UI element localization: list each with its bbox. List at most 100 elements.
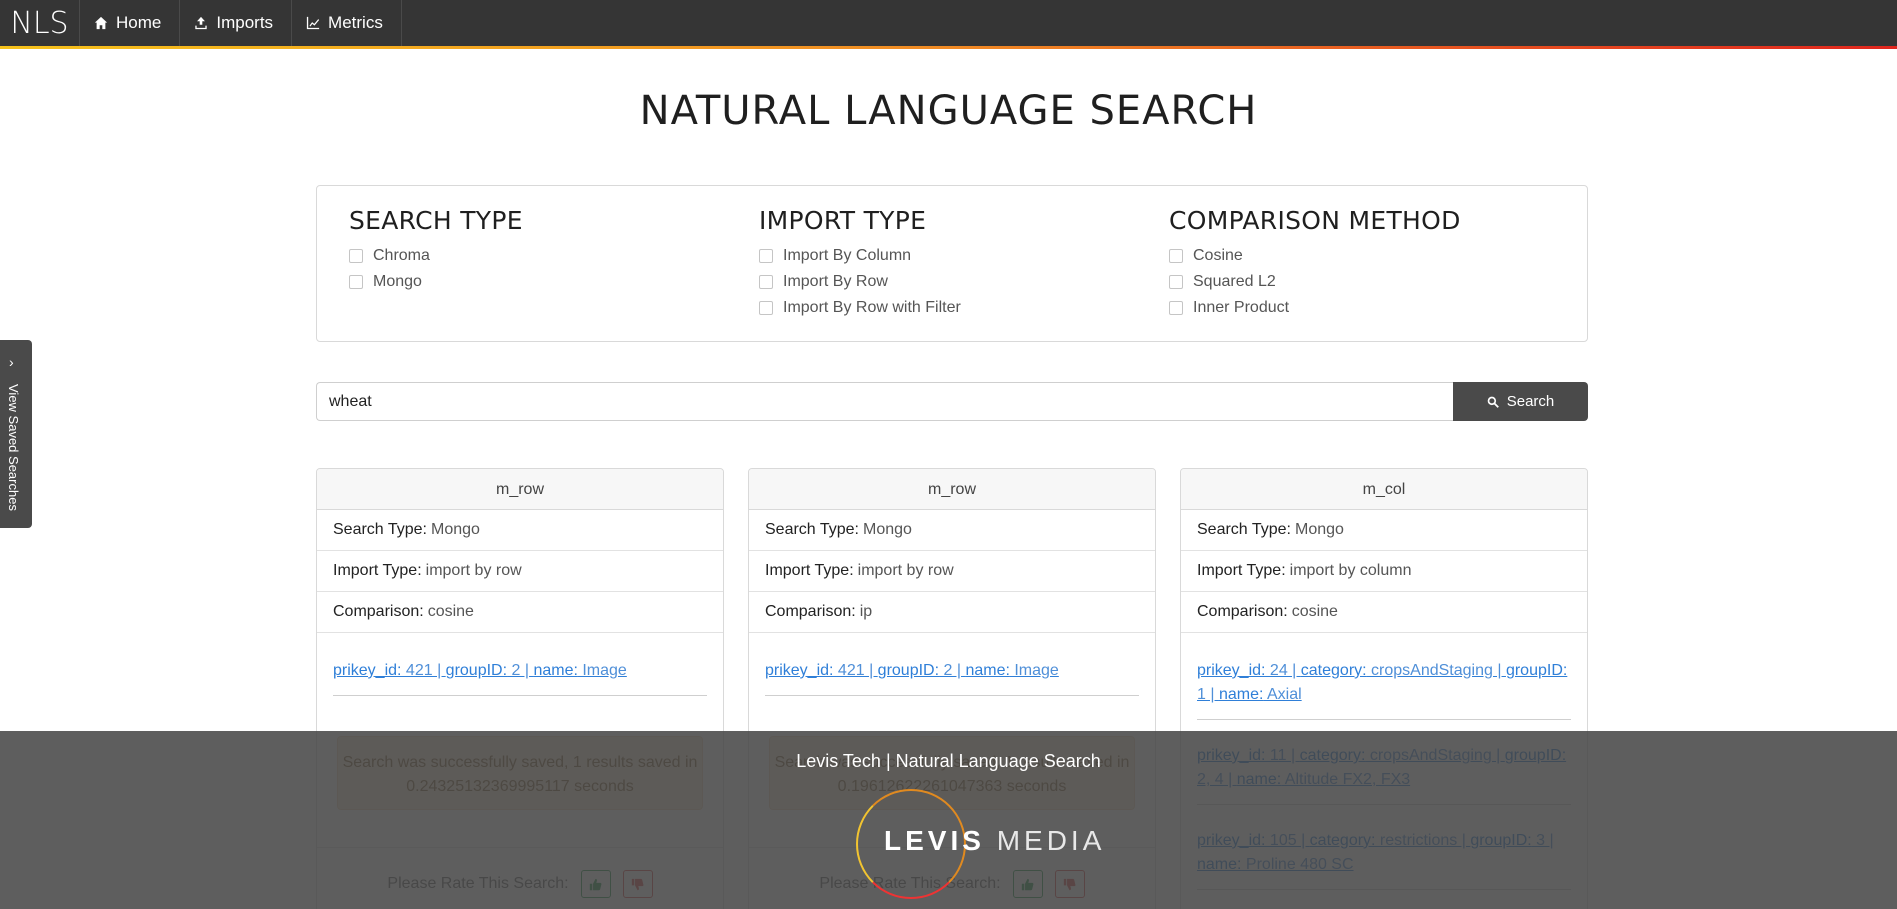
search-icon bbox=[1487, 396, 1499, 408]
nav-imports-label: Imports bbox=[216, 13, 274, 32]
option-label: Cosine bbox=[1193, 247, 1243, 264]
result-link[interactable]: prikey_id: 421 | groupID: 2 | name: Imag… bbox=[765, 643, 1139, 696]
result-value: Image bbox=[1009, 662, 1059, 679]
search-options-panel: SEARCH TYPE Chroma Mongo IMPORT TYPE Imp… bbox=[316, 185, 1588, 342]
comparison-method-heading: COMPARISON METHOD bbox=[1169, 206, 1461, 235]
result-value: 421 | bbox=[401, 662, 446, 679]
search-input[interactable] bbox=[316, 382, 1453, 421]
result-value: 421 | bbox=[833, 662, 878, 679]
brand-logo[interactable]: NLS bbox=[0, 0, 80, 46]
import-type-row: Import Type: import by row bbox=[749, 551, 1155, 592]
row-value: import by row bbox=[425, 562, 522, 579]
option-squared-l2[interactable]: Squared L2 bbox=[1169, 269, 1461, 295]
checkbox[interactable] bbox=[759, 301, 773, 315]
row-value: Mongo bbox=[430, 521, 480, 538]
checkbox[interactable] bbox=[349, 249, 363, 263]
checkbox[interactable] bbox=[1169, 249, 1183, 263]
upload-icon bbox=[195, 16, 208, 30]
result-key: name: bbox=[965, 662, 1010, 679]
option-chroma[interactable]: Chroma bbox=[349, 243, 523, 269]
option-label: Mongo bbox=[373, 273, 422, 290]
result-value: 24 | bbox=[1265, 662, 1301, 679]
checkbox[interactable] bbox=[349, 275, 363, 289]
checkbox[interactable] bbox=[1169, 275, 1183, 289]
option-import-by-column[interactable]: Import By Column bbox=[759, 243, 961, 269]
result-list: prikey_id: 421 | groupID: 2 | name: Imag… bbox=[749, 633, 1155, 696]
overlay-caption: Levis Tech | Natural Language Search bbox=[796, 751, 1101, 771]
import-type-heading: IMPORT TYPE bbox=[759, 206, 927, 235]
logo-bold-text: LEVIS bbox=[884, 825, 985, 856]
saved-searches-tab[interactable]: › View Saved Searches bbox=[0, 340, 32, 528]
comparison-row: Comparison: cosine bbox=[317, 592, 723, 633]
row-value: Mongo bbox=[1294, 521, 1344, 538]
page-title: NATURAL LANGUAGE SEARCH bbox=[639, 88, 1258, 134]
option-import-by-row-filter[interactable]: Import By Row with Filter bbox=[759, 295, 961, 321]
result-value: 2 | bbox=[939, 662, 966, 679]
result-key: name: bbox=[1218, 686, 1264, 703]
import-type-row: Import Type: import by row bbox=[317, 551, 723, 592]
chevron-right-icon: › bbox=[9, 354, 14, 370]
search-type-row: Search Type: Mongo bbox=[317, 510, 723, 551]
search-button-label: Search bbox=[1506, 393, 1555, 410]
result-value: Axial bbox=[1263, 686, 1302, 703]
result-key: groupID: bbox=[877, 662, 940, 679]
nav-home-label: Home bbox=[116, 13, 162, 32]
option-label: Import By Column bbox=[783, 247, 912, 264]
nav-metrics-label: Metrics bbox=[328, 13, 383, 32]
checkbox[interactable] bbox=[759, 249, 773, 263]
row-value: import by column bbox=[1289, 562, 1412, 579]
card-title: m_row bbox=[317, 469, 723, 510]
checkbox[interactable] bbox=[759, 275, 773, 289]
nav-metrics[interactable]: Metrics bbox=[292, 0, 402, 46]
search-type-row: Search Type: Mongo bbox=[749, 510, 1155, 551]
search-type-group: SEARCH TYPE Chroma Mongo bbox=[349, 206, 523, 295]
home-icon bbox=[94, 16, 108, 30]
option-import-by-row[interactable]: Import By Row bbox=[759, 269, 961, 295]
saved-searches-label: View Saved Searches bbox=[6, 384, 21, 511]
row-label: Comparison: bbox=[333, 603, 424, 620]
nav-home[interactable]: Home bbox=[80, 0, 181, 46]
search-bar: Search bbox=[316, 382, 1588, 421]
result-value: cropsAndStaging | bbox=[1366, 662, 1506, 679]
card-title: m_row bbox=[749, 469, 1155, 510]
import-type-row: Import Type: import by column bbox=[1181, 551, 1587, 592]
result-key: prikey_id: bbox=[333, 662, 402, 679]
result-link[interactable]: prikey_id: 24 | category: cropsAndStagin… bbox=[1197, 643, 1571, 720]
option-inner-product[interactable]: Inner Product bbox=[1169, 295, 1461, 321]
result-link[interactable]: prikey_id: 421 | groupID: 2 | name: Imag… bbox=[333, 643, 707, 696]
logo-light-text: MEDIA bbox=[996, 825, 1106, 856]
option-label: Import By Row with Filter bbox=[783, 299, 961, 316]
result-key: prikey_id: bbox=[765, 662, 834, 679]
row-label: Search Type: bbox=[1197, 521, 1291, 538]
row-value: cosine bbox=[1291, 603, 1338, 620]
result-value: 2 | bbox=[507, 662, 534, 679]
row-label: Search Type: bbox=[765, 521, 859, 538]
row-label: Import Type: bbox=[333, 562, 422, 579]
comparison-row: Comparison: ip bbox=[749, 592, 1155, 633]
checkbox[interactable] bbox=[1169, 301, 1183, 315]
option-label: Squared L2 bbox=[1193, 273, 1276, 290]
option-label: Inner Product bbox=[1193, 299, 1290, 316]
result-list: prikey_id: 421 | groupID: 2 | name: Imag… bbox=[317, 633, 723, 696]
option-mongo[interactable]: Mongo bbox=[349, 269, 523, 295]
logo-wordmark: LEVIS MEDIA bbox=[884, 825, 1105, 857]
option-cosine[interactable]: Cosine bbox=[1169, 243, 1461, 269]
search-button[interactable]: Search bbox=[1453, 382, 1588, 421]
navbar-accent-bar bbox=[0, 46, 1897, 49]
row-value: Mongo bbox=[862, 521, 912, 538]
top-navbar: NLS Home Imports Metrics bbox=[0, 0, 1897, 46]
row-label: Import Type: bbox=[765, 562, 854, 579]
row-label: Comparison: bbox=[1197, 603, 1288, 620]
row-label: Import Type: bbox=[1197, 562, 1286, 579]
card-title: m_col bbox=[1181, 469, 1587, 510]
comparison-method-group: COMPARISON METHOD Cosine Squared L2 Inne… bbox=[1169, 206, 1461, 321]
result-value: Image bbox=[577, 662, 627, 679]
nav-imports[interactable]: Imports bbox=[180, 0, 293, 46]
row-label: Search Type: bbox=[333, 521, 427, 538]
row-label: Comparison: bbox=[765, 603, 856, 620]
row-value: ip bbox=[859, 603, 873, 620]
result-key: prikey_id: bbox=[1197, 662, 1266, 679]
result-key: name: bbox=[533, 662, 578, 679]
brand-overlay: Levis Tech | Natural Language Search LEV… bbox=[0, 731, 1897, 909]
result-key: groupID: bbox=[445, 662, 508, 679]
